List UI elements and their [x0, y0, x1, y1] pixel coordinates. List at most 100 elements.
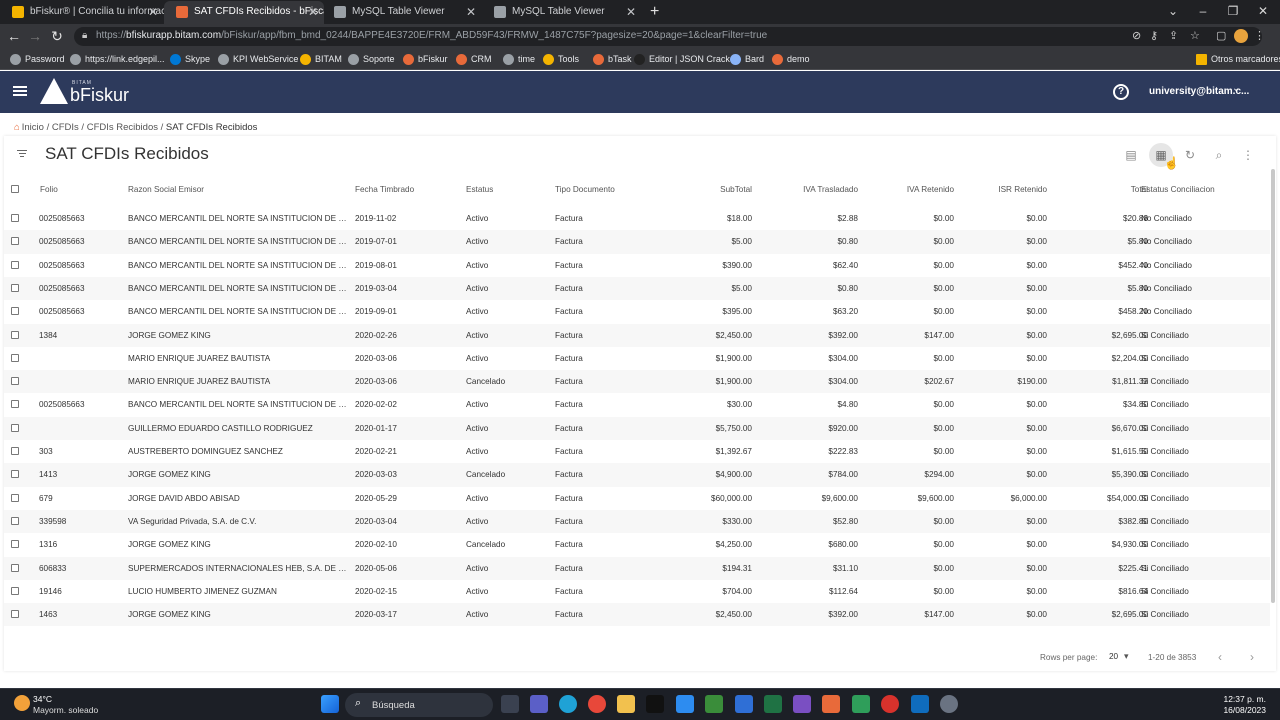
row-checkbox[interactable] [11, 586, 19, 595]
col-razon-social[interactable]: Razon Social Emisor [128, 185, 204, 194]
bookmark-item[interactable]: KPI WebService [218, 52, 298, 67]
app-logo[interactable]: bFiskur [70, 85, 129, 106]
col-fecha-timbrado[interactable]: Fecha Timbrado [355, 185, 414, 194]
row-checkbox[interactable] [11, 470, 19, 479]
col-subtotal[interactable]: SubTotal [672, 185, 752, 194]
table-row[interactable]: 339598 VA Seguridad Privada, S.A. de C.V.… [4, 509, 1270, 534]
zoom-icon[interactable] [676, 695, 694, 713]
vscode-icon[interactable] [735, 695, 753, 713]
table-row[interactable]: GUILLERMO EDUARDO CASTILLO RODRIGUEZ 2020… [4, 416, 1270, 440]
table-row[interactable]: 679 JORGE DAVID ABDO ABISAD 2020-05-29 Acti… [4, 487, 1270, 510]
table-scrollbar[interactable] [1271, 169, 1275, 603]
task-view-icon[interactable] [501, 695, 519, 713]
row-checkbox[interactable] [11, 493, 19, 502]
table-row[interactable]: 0025085663 BANCO MERCANTIL DEL NORTE SA I… [4, 393, 1270, 416]
bookmark-item[interactable]: Skype [170, 52, 210, 67]
new-tab-button[interactable]: + [650, 1, 659, 23]
row-checkbox[interactable] [11, 540, 19, 549]
table-row[interactable]: 0025085663 BANCO MERCANTIL DEL NORTE SA I… [4, 254, 1270, 277]
share-icon[interactable]: ⇪ [1169, 29, 1178, 42]
row-checkbox[interactable] [11, 307, 19, 316]
teams-icon[interactable] [530, 695, 548, 713]
side-panel-icon[interactable]: ▢ [1216, 29, 1226, 42]
breadcrumb-cfdis[interactable]: CFDIs [52, 122, 79, 133]
table-row[interactable]: 0025085663 BANCO MERCANTIL DEL NORTE SA I… [4, 207, 1270, 230]
table-row[interactable]: MARIO ENRIQUE JUAREZ BAUTISTA 2020-03-06 C… [4, 370, 1270, 394]
col-iva-retenido[interactable]: IVA Retenido [864, 185, 954, 194]
bookmark-item[interactable]: time [503, 52, 535, 67]
col-estatus[interactable]: Estatus [466, 185, 493, 194]
col-total[interactable]: Total [1058, 185, 1148, 194]
table-row[interactable]: 606833 SUPERMERCADOS INTERNACIONALES HEB,… [4, 556, 1270, 580]
excel-icon[interactable] [764, 695, 782, 713]
bookmark-star-icon[interactable]: ☆ [1190, 29, 1200, 42]
browser-tab[interactable]: MySQL Table Viewer ✕ [482, 1, 642, 24]
next-page-icon[interactable]: › [1250, 650, 1254, 664]
breadcrumb-cfdis-recibidos[interactable]: CFDIs Recibidos [87, 122, 158, 133]
browser-tab[interactable]: bFiskur® | Concilia tu información✕ [0, 1, 164, 24]
table-row[interactable]: 1384 JORGE GOMEZ KING 2020-02-26 Activo Fact… [4, 323, 1270, 347]
browser-tab[interactable]: MySQL Table Viewer ✕ [322, 1, 482, 24]
row-checkbox[interactable] [11, 353, 19, 362]
bookmark-item[interactable]: Bard [730, 52, 764, 67]
table-row[interactable]: 1316 JORGE GOMEZ KING 2020-02-10 Cancelado F… [4, 533, 1270, 556]
col-isr-retenido[interactable]: ISR Retenido [957, 185, 1047, 194]
profile-avatar[interactable] [1234, 29, 1248, 43]
back-icon[interactable]: ← [4, 26, 24, 46]
app-icon[interactable] [793, 695, 811, 713]
weather-sun-icon[interactable] [14, 695, 30, 711]
bookmark-item[interactable]: bFiskur [403, 52, 448, 67]
file-explorer-icon[interactable] [617, 695, 635, 713]
refresh-icon[interactable]: ↻ [1178, 143, 1202, 167]
bookmark-item[interactable]: CRM [456, 52, 492, 67]
minimize-button[interactable]: – [1188, 0, 1218, 24]
table-row[interactable]: 19146 LUCIO HUMBERTO JIMENEZ GUZMAN 2020-0… [4, 580, 1270, 603]
brave-icon[interactable] [822, 695, 840, 713]
prev-page-icon[interactable]: ‹ [1218, 650, 1222, 664]
more-options-icon[interactable]: ⋮ [1236, 143, 1260, 167]
view-list-icon[interactable]: ▤ [1119, 143, 1143, 167]
select-all-checkbox[interactable] [11, 185, 19, 193]
browser-tab[interactable]: SAT CFDIs Recibidos - bFiscal ✕ [164, 1, 324, 24]
key-icon[interactable]: ⚷ [1150, 29, 1158, 42]
edge-icon[interactable] [559, 695, 577, 713]
extension-icon[interactable]: ⊘ [1132, 29, 1141, 42]
hamburger-menu-icon[interactable] [13, 86, 27, 96]
row-checkbox[interactable] [11, 377, 19, 386]
table-row[interactable]: 1413 JORGE GOMEZ KING 2020-03-03 Cancelado F… [4, 463, 1270, 487]
table-row[interactable]: 0025085663 BANCO MERCANTIL DEL NORTE SA I… [4, 276, 1270, 301]
close-tab-icon[interactable]: ✕ [626, 1, 636, 23]
chrome-icon[interactable] [588, 695, 606, 713]
col-estatus-conciliacion[interactable]: Estatus Conciliacion [1141, 185, 1215, 194]
home-icon[interactable]: ⌂ [14, 122, 20, 133]
bookmark-item[interactable]: demo [772, 52, 810, 67]
table-row[interactable]: MARIO ENRIQUE JUAREZ BAUTISTA 2020-03-06 A… [4, 347, 1270, 370]
chevron-down-icon[interactable]: ⌄ [1232, 83, 1240, 94]
maximize-button[interactable]: ❐ [1218, 0, 1248, 24]
row-checkbox[interactable] [11, 610, 19, 619]
app-icon[interactable] [852, 695, 870, 713]
tab-search-icon[interactable]: ⌄ [1158, 0, 1188, 24]
bookmark-item[interactable]: Soporte [348, 52, 395, 67]
col-iva-trasladado[interactable]: IVA Trasladado [768, 185, 858, 194]
row-checkbox[interactable] [11, 563, 19, 572]
forward-icon[interactable]: → [25, 26, 45, 46]
close-tab-icon[interactable]: ✕ [148, 1, 158, 23]
reload-icon[interactable]: ↻ [47, 26, 67, 46]
taskbar-search[interactable]: ⌕ Búsqueda [345, 693, 493, 717]
table-row[interactable]: 1463 JORGE GOMEZ KING 2020-03-17 Activo Fact… [4, 603, 1270, 627]
chevron-down-icon[interactable]: ▾ [1124, 651, 1129, 662]
clock-time[interactable]: 12:37 p. m. [1216, 694, 1266, 704]
row-checkbox[interactable] [11, 260, 19, 269]
bookmark-item[interactable]: Editor | JSON Crack [634, 52, 730, 67]
filter-icon[interactable] [17, 148, 27, 157]
clock-date[interactable]: 16/08/2023 [1206, 705, 1266, 715]
breadcrumb-home[interactable]: Inicio [22, 122, 44, 133]
row-checkbox[interactable] [11, 423, 19, 432]
bookmark-item[interactable]: Password [10, 52, 65, 67]
close-window-button[interactable]: ✕ [1248, 0, 1278, 24]
rows-per-page-select[interactable]: 20 [1109, 652, 1118, 661]
help-icon[interactable]: ? [1113, 84, 1129, 100]
outlook-icon[interactable] [911, 695, 929, 713]
windows-start-icon[interactable] [321, 695, 339, 713]
